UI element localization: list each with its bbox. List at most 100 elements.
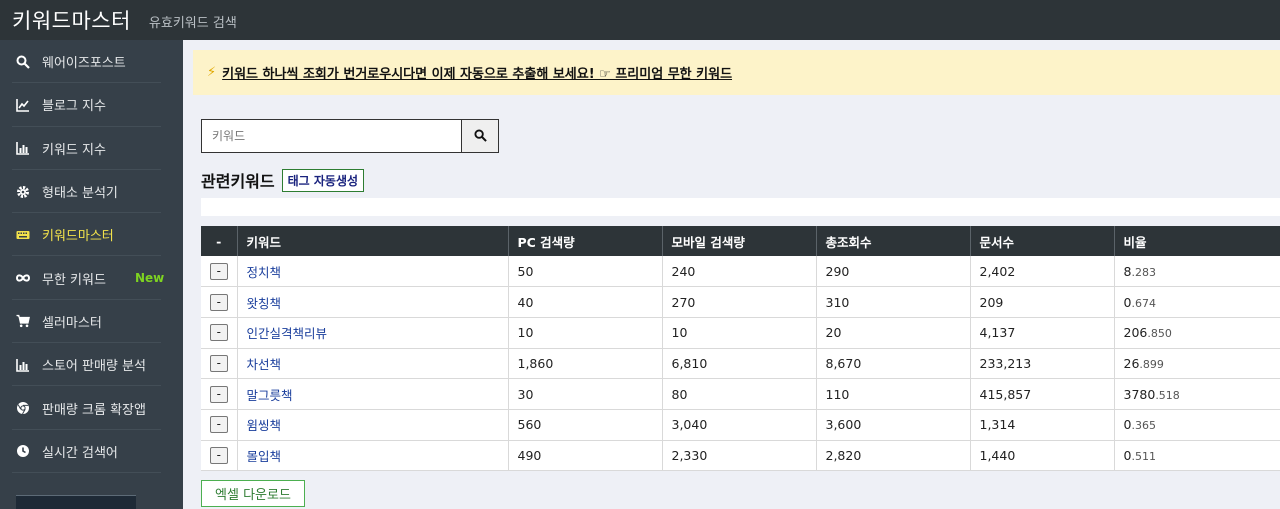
keyword-link[interactable]: 왓칭책 bbox=[247, 296, 282, 311]
tag-output-area bbox=[201, 198, 1280, 216]
total-views-cell: 20 bbox=[816, 317, 971, 349]
header-total-views[interactable]: 총조회수 bbox=[816, 226, 971, 256]
header-pc-volume[interactable]: PC 검색량 bbox=[508, 226, 663, 256]
sidebar-item-label: 블로그 지수 bbox=[42, 99, 106, 115]
remove-row-button[interactable]: - bbox=[209, 416, 228, 434]
new-badge: New bbox=[135, 271, 165, 286]
pc-volume-cell: 490 bbox=[508, 440, 663, 472]
sidebar-thumbnail[interactable] bbox=[16, 495, 136, 509]
pc-volume-cell: 30 bbox=[508, 378, 663, 410]
table-row: - 몰입책 490 2,330 2,820 1,440 0.511 bbox=[201, 440, 1280, 472]
bar-chart-icon bbox=[16, 358, 30, 372]
sidebar-item-keyword-master[interactable]: 키워드마스터 bbox=[0, 213, 183, 257]
sidebar-item-whereispost[interactable]: 웨어이즈포스트 bbox=[0, 40, 183, 84]
remove-row-button[interactable]: - bbox=[209, 324, 228, 342]
mobile-volume-cell: 10 bbox=[662, 317, 817, 349]
remove-row-button[interactable]: - bbox=[209, 446, 228, 464]
sidebar-item-label: 무한 키워드 bbox=[42, 272, 106, 288]
header-doc-count[interactable]: 문서수 bbox=[970, 226, 1115, 256]
mobile-volume-cell: 240 bbox=[662, 256, 817, 288]
total-views-cell: 110 bbox=[816, 378, 971, 410]
ratio-cell: 0.365 bbox=[1114, 409, 1280, 441]
table-row: - 차선책 1,860 6,810 8,670 233,213 26.899 bbox=[201, 348, 1280, 380]
sidebar: 웨어이즈포스트 블로그 지수 키워드 지수 형태소 분석기 키워드마스터 무한 … bbox=[0, 40, 183, 509]
infinity-icon bbox=[16, 271, 30, 285]
sidebar-item-blog-index[interactable]: 블로그 지수 bbox=[0, 83, 183, 127]
pc-volume-cell: 10 bbox=[508, 317, 663, 349]
keyword-link[interactable]: 윔씽책 bbox=[247, 418, 282, 433]
keyword-link[interactable]: 말그릇책 bbox=[247, 388, 293, 403]
tag-autogen-button[interactable]: 태그 자동생성 bbox=[281, 168, 365, 192]
ratio-fraction: .283 bbox=[1131, 265, 1156, 279]
sidebar-item-label: 셀러마스터 bbox=[42, 315, 102, 331]
ratio-fraction: .518 bbox=[1155, 388, 1180, 402]
sidebar-item-store-sales[interactable]: 스토어 판매량 분석 bbox=[0, 343, 183, 387]
ratio-cell: 8.283 bbox=[1114, 256, 1280, 288]
search-bar bbox=[201, 119, 499, 153]
header-mobile-volume[interactable]: 모바일 검색량 bbox=[662, 226, 817, 256]
sidebar-item-infinite-keyword[interactable]: 무한 키워드 New bbox=[0, 256, 183, 301]
promo-banner: ⚡ 키워드 하나씩 조회가 번거로우시다면 이제 자동으로 추출해 보세요! ☞… bbox=[193, 50, 1280, 95]
search-icon bbox=[16, 55, 30, 69]
sidebar-item-label: 형태소 분석기 bbox=[42, 186, 118, 202]
header-keyword[interactable]: 키워드 bbox=[237, 226, 509, 256]
total-views-cell: 3,600 bbox=[816, 409, 971, 441]
gear-icon bbox=[16, 185, 30, 199]
keyword-link[interactable]: 정치책 bbox=[247, 265, 282, 280]
ratio-fraction: .850 bbox=[1147, 327, 1172, 341]
search-button[interactable] bbox=[462, 119, 499, 153]
table-header-row: - 키워드 PC 검색량 모바일 검색량 총조회수 문서수 비율 bbox=[201, 226, 1280, 256]
keyword-link[interactable]: 인간실격책리뷰 bbox=[247, 326, 328, 341]
sidebar-item-label: 웨어이즈포스트 bbox=[42, 56, 126, 72]
keyword-table: - 키워드 PC 검색량 모바일 검색량 총조회수 문서수 비율 - 정치책 5… bbox=[201, 226, 1280, 472]
sidebar-item-realtime-search[interactable]: 실시간 검색어 bbox=[0, 430, 183, 474]
ratio-cell: 3780.518 bbox=[1114, 378, 1280, 410]
premium-infinite-keyword-link[interactable]: 키워드 하나씩 조회가 번거로우시다면 이제 자동으로 추출해 보세요! ☞ 프… bbox=[222, 63, 732, 82]
doc-count-cell: 233,213 bbox=[970, 348, 1115, 380]
sidebar-item-keyword-index[interactable]: 키워드 지수 bbox=[0, 127, 183, 171]
doc-count-cell: 1,314 bbox=[970, 409, 1115, 441]
ratio-cell: 206.850 bbox=[1114, 317, 1280, 349]
section-title: 관련키워드 bbox=[201, 172, 275, 191]
keyword-table-wrap: - 키워드 PC 검색량 모바일 검색량 총조회수 문서수 비율 - 정치책 5… bbox=[201, 226, 1280, 472]
clock-icon bbox=[16, 444, 30, 458]
table-row: - 왓칭책 40 270 310 209 0.674 bbox=[201, 286, 1280, 318]
sidebar-item-label: 판매량 크롬 확장앱 bbox=[42, 402, 146, 418]
keyword-link[interactable]: 몰입책 bbox=[247, 449, 282, 464]
table-row: - 말그릇책 30 80 110 415,857 3780.518 bbox=[201, 378, 1280, 410]
mobile-volume-cell: 270 bbox=[662, 286, 817, 318]
search-input[interactable] bbox=[201, 119, 462, 153]
ratio-integer: 26 bbox=[1123, 355, 1140, 371]
mobile-volume-cell: 3,040 bbox=[662, 409, 817, 441]
pc-volume-cell: 560 bbox=[508, 409, 663, 441]
keyword-link[interactable]: 차선책 bbox=[247, 357, 282, 372]
remove-row-button[interactable]: - bbox=[209, 262, 228, 280]
ratio-fraction: .365 bbox=[1131, 419, 1156, 433]
search-icon bbox=[473, 127, 487, 146]
sidebar-item-label: 스토어 판매량 분석 bbox=[42, 359, 146, 375]
sidebar-item-chrome-extension[interactable]: 판매량 크롬 확장앱 bbox=[0, 386, 183, 430]
sidebar-item-seller-master[interactable]: 셀러마스터 bbox=[0, 300, 183, 344]
mobile-volume-cell: 2,330 bbox=[662, 440, 817, 472]
top-bar: 키워드마스터 유효키워드 검색 bbox=[0, 0, 1280, 40]
excel-download-button[interactable]: 엑셀 다운로드 bbox=[201, 480, 305, 507]
sidebar-item-label: 실시간 검색어 bbox=[42, 445, 118, 461]
table-row: - 인간실격책리뷰 10 10 20 4,137 206.850 bbox=[201, 317, 1280, 349]
table-row: - 정치책 50 240 290 2,402 8.283 bbox=[201, 256, 1280, 288]
header-ratio[interactable]: 비율 bbox=[1114, 226, 1280, 256]
app-title[interactable]: 키워드마스터 bbox=[12, 5, 131, 35]
sidebar-item-label: 키워드 지수 bbox=[42, 142, 106, 158]
total-views-cell: 310 bbox=[816, 286, 971, 318]
remove-row-button[interactable]: - bbox=[209, 385, 228, 403]
doc-count-cell: 2,402 bbox=[970, 256, 1115, 288]
total-views-cell: 2,820 bbox=[816, 440, 971, 472]
remove-row-button[interactable]: - bbox=[209, 354, 228, 372]
ratio-integer: 3780 bbox=[1123, 386, 1156, 402]
sidebar-item-morpheme-analyzer[interactable]: 형태소 분석기 bbox=[0, 170, 183, 214]
ratio-fraction: .674 bbox=[1131, 296, 1156, 310]
pc-volume-cell: 50 bbox=[508, 256, 663, 288]
bar-chart-icon bbox=[16, 141, 30, 156]
doc-count-cell: 415,857 bbox=[970, 378, 1115, 410]
ratio-integer: 206 bbox=[1123, 325, 1148, 341]
remove-row-button[interactable]: - bbox=[209, 293, 228, 311]
